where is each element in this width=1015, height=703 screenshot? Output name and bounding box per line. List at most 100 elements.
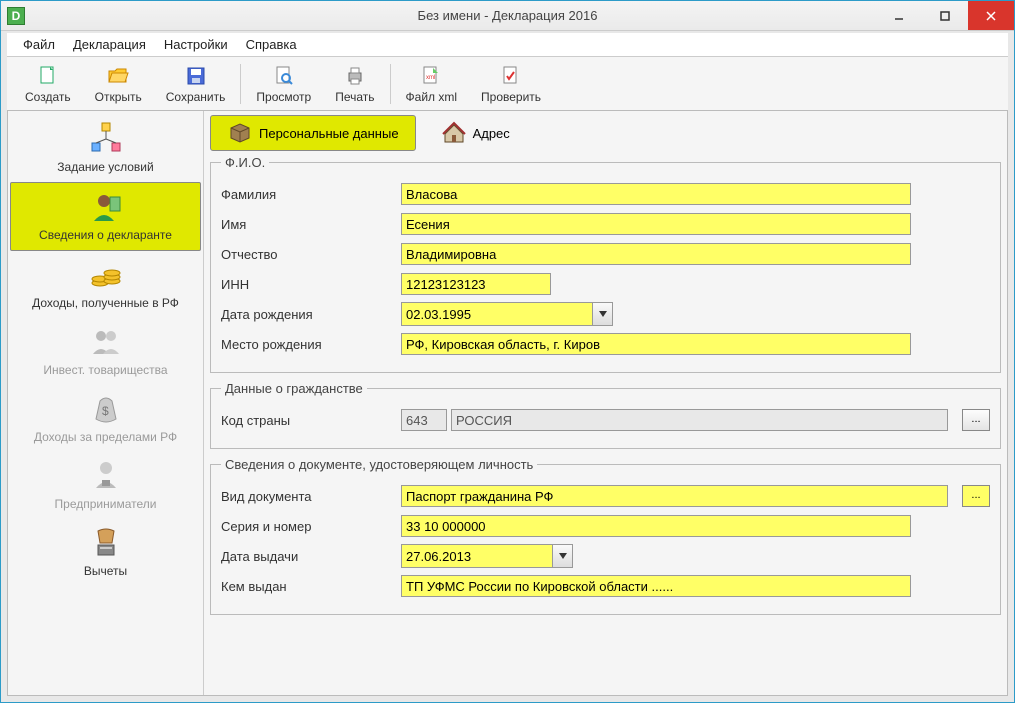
sidebar-label: Доходы, полученные в РФ [32,296,179,310]
label-issue-date: Дата выдачи [221,549,401,564]
save-icon [184,64,208,88]
browse-country-button[interactable]: ... [962,409,990,431]
legend-citizenship: Данные о гражданстве [221,381,367,396]
date-picker-issue[interactable] [401,544,573,568]
input-issue-date[interactable] [402,545,552,567]
close-button[interactable] [968,1,1014,30]
input-pob[interactable] [401,333,911,355]
sidebar-item-conditions[interactable]: Задание условий [8,115,203,182]
toolbar-check[interactable]: Проверить [469,60,553,108]
label-dob: Дата рождения [221,307,401,322]
conditions-icon [88,121,124,157]
sidebar-item-entrepreneurs: Предприниматели [8,452,203,519]
menu-help[interactable]: Справка [238,35,305,54]
label-surname: Фамилия [221,187,401,202]
chevron-down-icon[interactable] [592,303,612,325]
sidebar-item-income-rf[interactable]: Доходы, полученные в РФ [8,251,203,318]
toolbar-preview[interactable]: Просмотр [244,60,323,108]
house-icon [441,120,467,146]
input-inn[interactable] [401,273,551,295]
open-folder-icon [106,64,130,88]
toolbar-file-xml-label: Файл xml [406,90,458,104]
sidebar-item-income-abroad: $ Доходы за пределами РФ [8,385,203,452]
label-country-code: Код страны [221,413,401,428]
menu-settings[interactable]: Настройки [156,35,236,54]
minimize-button[interactable] [876,1,922,30]
input-name[interactable] [401,213,911,235]
entrepreneur-icon [88,458,124,494]
toolbar-print-label: Печать [335,90,374,104]
window-title: Без имени - Декларация 2016 [1,8,1014,23]
tab-label: Адрес [473,126,510,141]
browse-doc-type-button[interactable]: ... [962,485,990,507]
tab-label: Персональные данные [259,126,399,141]
fieldset-citizenship: Данные о гражданстве Код страны ... [210,381,1001,449]
toolbar-open[interactable]: Открыть [83,60,154,108]
svg-text:xml: xml [426,75,435,81]
content-panel: Персональные данные Адрес Ф.И.О. Фамилия [204,111,1007,695]
sidebar-label: Предприниматели [55,497,157,511]
toolbar-file-xml[interactable]: xml Файл xml [394,60,470,108]
main-area: Задание условий Сведения о декларанте [7,111,1008,696]
print-icon [343,64,367,88]
fieldset-fio: Ф.И.О. Фамилия Имя Отчество [210,155,1001,373]
chevron-down-icon[interactable] [552,545,572,567]
label-doc-type: Вид документа [221,489,401,504]
toolbar-print[interactable]: Печать [323,60,386,108]
toolbar-separator [390,64,391,104]
toolbar-preview-label: Просмотр [256,90,311,104]
input-surname[interactable] [401,183,911,205]
toolbar: Создать Открыть Сохранить Просмот [7,57,1008,111]
window-buttons [876,1,1014,30]
input-patronymic[interactable] [401,243,911,265]
app-window: D Без имени - Декларация 2016 Файл Декла… [0,0,1015,703]
new-file-icon [36,64,60,88]
app-icon: D [7,7,25,25]
preview-icon [272,64,296,88]
input-series[interactable] [401,515,911,537]
svg-text:$: $ [102,404,109,418]
tab-address[interactable]: Адрес [424,115,527,151]
titlebar: D Без имени - Декларация 2016 [1,1,1014,31]
sidebar-item-declarant[interactable]: Сведения о декларанте [10,182,201,251]
toolbar-open-label: Открыть [95,90,142,104]
label-name: Имя [221,217,401,232]
sidebar-label: Инвест. товарищества [43,363,167,377]
box-icon [227,120,253,146]
label-series: Серия и номер [221,519,401,534]
label-inn: ИНН [221,277,401,292]
input-issued-by[interactable] [401,575,911,597]
check-icon [499,64,523,88]
input-doc-type[interactable] [401,485,948,507]
toolbar-save[interactable]: Сохранить [154,60,238,108]
toolbar-separator [240,64,241,104]
input-country-code [401,409,447,431]
label-issued-by: Кем выдан [221,579,401,594]
deductions-icon [88,525,124,561]
coins-icon [88,257,124,293]
xml-file-icon: xml [419,64,443,88]
label-patronymic: Отчество [221,247,401,262]
tab-personal-data[interactable]: Персональные данные [210,115,416,151]
date-picker-dob[interactable] [401,302,613,326]
input-country-name [451,409,948,431]
invest-icon [88,324,124,360]
tabbar: Персональные данные Адрес [210,115,1001,151]
maximize-button[interactable] [922,1,968,30]
input-dob[interactable] [402,303,592,325]
sidebar: Задание условий Сведения о декларанте [8,111,204,695]
toolbar-create[interactable]: Создать [13,60,83,108]
sidebar-label: Задание условий [57,160,153,174]
sidebar-item-invest: Инвест. товарищества [8,318,203,385]
menu-declaration[interactable]: Декларация [65,35,154,54]
sidebar-label: Доходы за пределами РФ [34,430,177,444]
fieldset-document: Сведения о документе, удостоверяющем лич… [210,457,1001,615]
sidebar-item-deductions[interactable]: Вычеты [8,519,203,586]
menu-file[interactable]: Файл [15,35,63,54]
sidebar-label: Вычеты [84,564,127,578]
toolbar-check-label: Проверить [481,90,541,104]
person-icon [88,189,124,225]
sidebar-label: Сведения о декларанте [39,228,172,242]
money-bag-icon: $ [88,391,124,427]
toolbar-save-label: Сохранить [166,90,226,104]
